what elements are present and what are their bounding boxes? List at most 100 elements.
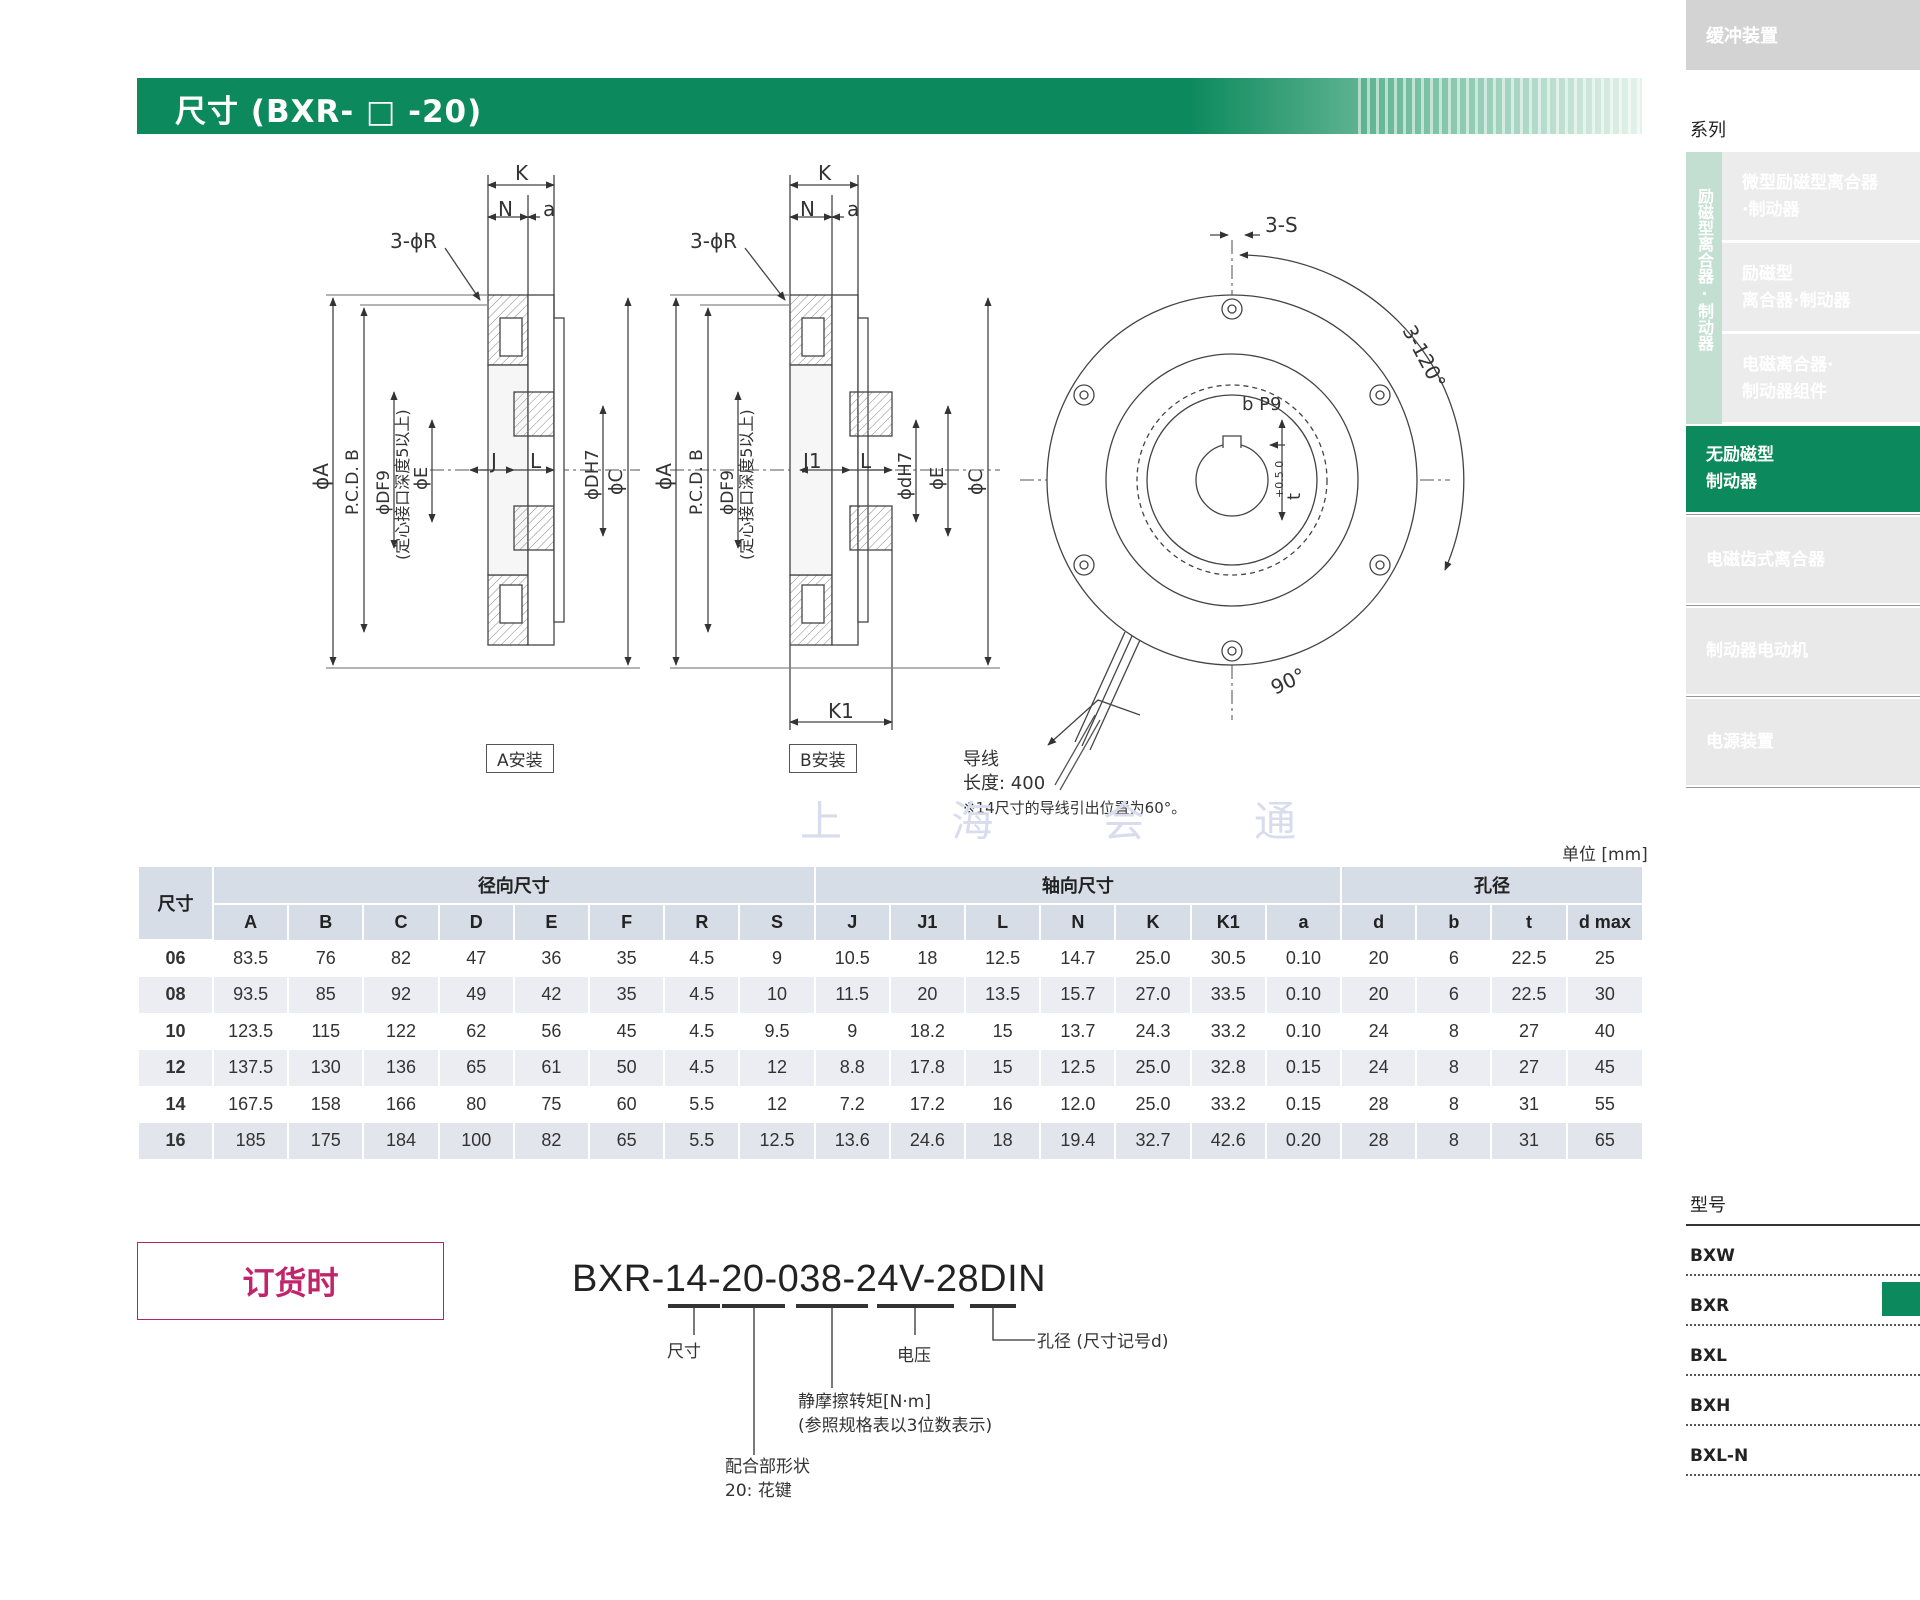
size-cell: 12 [137,1049,213,1086]
dim-label-diam-a: ϕA [652,463,676,490]
sidebar-item-label: 电源装置 [1706,731,1774,752]
table-cell: 65 [1565,1122,1642,1159]
dim-label-df9: ϕDF9 [718,470,738,515]
table-cell: 6 [1415,976,1492,1013]
column-header-row: A B C D E F R S J J1 L N K K1 a d b t d max [138,903,1642,940]
model-item[interactable]: BXW [1686,1226,1920,1276]
table-cell: 33.2 [1189,1013,1266,1050]
dim-label-note: (定心接口深度5以上) [393,409,412,560]
order-code: BXR-14-20-038-24V-28DIN [572,1258,1047,1300]
size-cell: 10 [137,1013,213,1050]
table-cell: 4.5 [663,976,740,1013]
dim-label-pcd-b: P.C.D. B [343,449,363,515]
column-header: d max [1565,903,1642,940]
size-cell: 06 [137,940,213,977]
model-name: BXL [1690,1346,1727,1366]
table-cell: 18 [888,940,966,977]
table-cell: 7.2 [813,1086,890,1123]
sidebar-item-brake-motor[interactable]: 制动器电动机 [1686,608,1920,697]
model-item[interactable]: BXL [1686,1326,1920,1376]
table-cell: 32.8 [1189,1049,1266,1086]
table-cell: 184 [362,1122,439,1159]
table-cell: 13.7 [1039,1013,1116,1050]
table-cell: 167.5 [211,1086,289,1123]
table-cell: 4.5 [663,1013,740,1050]
table-cell: 5.5 [663,1086,740,1123]
model-name: BXH [1690,1396,1731,1416]
table-cell: 65 [437,1049,514,1086]
table-cell: 0.10 [1264,976,1342,1013]
table-cell: 27 [1490,1013,1567,1050]
dim-label-j1: J1 [801,449,822,473]
column-header: N [1039,903,1116,940]
column-header: J [813,903,890,940]
table-cell: 35 [588,940,665,977]
model-item[interactable]: BXH [1686,1376,1920,1426]
table-cell: 55 [1565,1086,1642,1123]
table-cell: 62 [437,1013,514,1050]
column-header: K [1114,903,1191,940]
dim-label-note: (定心接口深度5以上) [737,409,756,560]
table-cell: 61 [512,1049,590,1086]
table-cell: 13.6 [813,1122,890,1159]
sidebar-item-label: 制动器 [1706,472,1757,492]
table-cell: 14.7 [1039,940,1116,977]
table-cell: 93.5 [211,976,289,1013]
group-header-axial: 轴向尺寸 [813,867,1342,905]
table-body: 06 83.5 76 82 47 36 35 4.5 9 10.5 18 12.5 14.7 25.0 30… [137,940,1642,1159]
table-cell: 24.6 [888,1122,966,1159]
table-cell: 11.5 [813,976,890,1013]
sidebar-item-non-excitation-brake[interactable]: 无励磁型 制动器 [1686,426,1920,515]
table-cell: 24 [1340,1013,1417,1050]
table-cell: 0.15 [1264,1086,1342,1123]
table-cell: 28 [1340,1086,1417,1123]
table-cell: 12 [738,1049,815,1086]
table-cell: 75 [512,1086,590,1123]
table-cell: 13.5 [964,976,1041,1013]
dim-label-bp9: b P9 [1242,394,1281,415]
table-cell: 40 [1565,1013,1642,1050]
mount-b-label: B安装 [789,744,857,773]
sidebar-item-power-supply[interactable]: 电源装置 [1686,699,1920,788]
table-cell: 0.10 [1264,940,1342,977]
mount-a-side-view: K N a 3-ϕR J L ϕA P.C.D. B ϕDF9 (定心接口深度5… [309,161,640,669]
table-row: 08 93.5 85 92 49 42 35 4.5 10 11.5 20 13.5 15.7 27.0 3… [137,976,1642,1013]
model-item[interactable]: BXR [1686,1276,1920,1326]
table-cell: 0.10 [1264,1013,1342,1050]
dim-label-r: 3-ϕR [390,229,437,253]
annotation-torque: 静摩擦转矩[N·m] (参照规格表以3位数表示) [798,1390,992,1438]
model-item[interactable]: BXL-N [1686,1426,1920,1476]
table-cell: 15 [964,1049,1041,1086]
sidebar-top-tab[interactable]: 缓冲装置 [1686,0,1920,70]
table-cell: 4.5 [663,1049,740,1086]
table-cell: 19.4 [1039,1122,1116,1159]
title-bar-stripes [1352,78,1642,134]
column-header: D [437,903,514,940]
table-cell: 82 [512,1122,590,1159]
mount-b-side-view: K N a 3-ϕR J1 L K1 ϕA P.C.D. B ϕDF9 (定心接… [652,161,1000,730]
table-cell: 137.5 [211,1049,289,1086]
table-cell: 5.5 [663,1122,740,1159]
dim-label-j: J [489,449,497,473]
table-cell: 22.5 [1490,940,1567,977]
table-cell: 17.8 [888,1049,966,1086]
mount-a-label: A安装 [486,744,554,773]
sidebar-item-label: 励磁型 [1742,264,1793,284]
sidebar-item-units[interactable]: 电磁离合器· 制动器组件 [1722,334,1920,424]
dim-label-a: a [847,197,859,221]
watermark: 上 海 会 通 [800,797,1345,846]
sidebar-item-label: 离合器·制动器 [1742,291,1851,311]
table-cell: 92 [362,976,439,1013]
sidebar-item-tooth-clutch[interactable]: 电磁齿式离合器 [1686,517,1920,606]
annotation-bore: 孔径 (尺寸记号d) [1037,1332,1169,1352]
sidebar-item-excitation[interactable]: 励磁型 离合器·制动器 [1722,243,1920,333]
table-cell: 130 [287,1049,364,1086]
table-cell: 24 [1340,1049,1417,1086]
dim-label-k: K [515,161,529,185]
model-name: BXR [1690,1296,1730,1316]
table-row: 10 123.5 115 122 62 56 45 4.5 9.5 9 18.2 15 13.7 24.3… [137,1013,1642,1050]
sidebar-item-label: 电磁离合器· [1742,355,1834,375]
sidebar-item-micro[interactable]: 微型励磁型离合器 ·制动器 [1722,152,1920,242]
annotation-shape: 配合部形状 20: 花键 [725,1455,810,1503]
table-cell: 76 [287,940,364,977]
